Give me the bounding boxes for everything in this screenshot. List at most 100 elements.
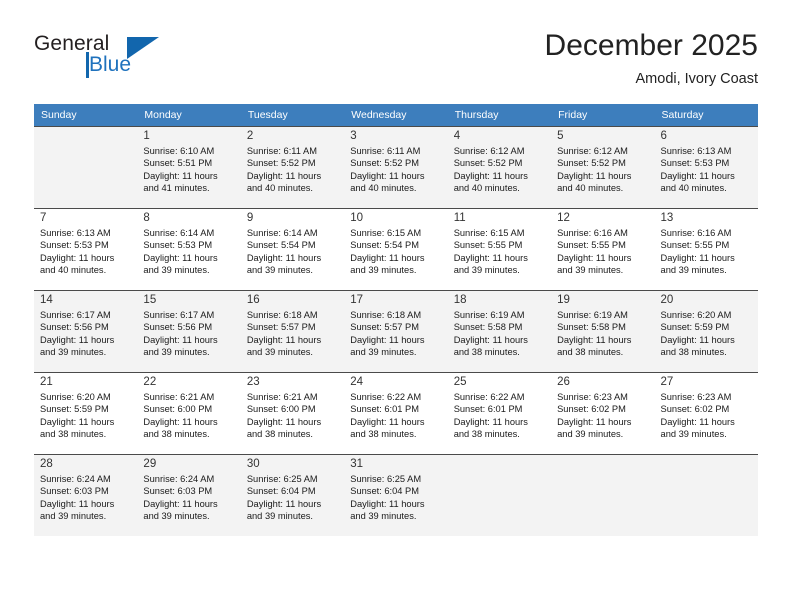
page-title: December 2025 [544, 29, 758, 62]
title-block: December 2025 Amodi, Ivory Coast [545, 28, 758, 90]
day-number: 20 [660, 294, 674, 306]
weekday-header-monday: Monday [137, 104, 241, 126]
day-cell[interactable]: 12 Sunrise: 6:16 AM Sunset: 5:55 PM Dayli… [551, 208, 655, 290]
day-cell-empty [654, 454, 758, 536]
weekday-header-row: Sunday Monday Tuesday Wednesday Thursday Frid… [34, 104, 758, 126]
day-cell[interactable]: 15 Sunrise: 6:17 AM Sunset: 5:56 PM Dayli… [137, 290, 241, 372]
day-number: 14 [40, 294, 53, 306]
day-cell[interactable]: 11 Sunrise: 6:15 AM Sunset: 5:55 PM Dayli… [447, 208, 552, 290]
day-number: 2 [246, 130, 254, 142]
day-cell-empty [34, 126, 138, 208]
day-cell[interactable]: 29 Sunrise: 6:24 AM Sunset: 6:03 PM Dayli… [137, 454, 241, 536]
day-cell-empty [551, 454, 655, 536]
day-sun-info: Sunrise: 6:12 AM Sunset: 5:52 PM Dayligh… [557, 146, 632, 193]
day-cell[interactable]: 9 Sunrise: 6:14 AM Sunset: 5:54 PM Daylig… [240, 208, 345, 290]
day-sun-info: Sunrise: 6:23 AM Sunset: 6:02 PM Dayligh… [660, 392, 735, 439]
day-number: 4 [453, 130, 461, 142]
day-sun-info: Sunrise: 6:24 AM Sunset: 6:03 PM Dayligh… [40, 474, 115, 521]
day-number: 3 [350, 130, 357, 142]
day-cell[interactable]: 1 Sunrise: 6:10 AM Sunset: 5:51 PM Daylig… [137, 126, 241, 208]
day-cell[interactable]: 25 Sunrise: 6:22 AM Sunset: 6:01 PM Dayli… [447, 372, 552, 454]
calendar-week-row: 1 Sunrise: 6:10 AM Sunset: 5:51 PM Daylig… [34, 126, 758, 208]
day-cell[interactable]: 31 Sunrise: 6:25 AM Sunset: 6:04 PM Dayli… [344, 454, 448, 536]
day-number: 6 [660, 130, 667, 142]
day-cell[interactable]: 22 Sunrise: 6:21 AM Sunset: 6:00 PM Dayli… [137, 372, 241, 454]
day-number: 5 [557, 130, 564, 142]
logo-text-blue: Blue [89, 53, 132, 76]
day-sun-info: Sunrise: 6:11 AM Sunset: 5:52 PM Dayligh… [246, 146, 322, 193]
day-cell[interactable]: 3 Sunrise: 6:11 AM Sunset: 5:52 PM Daylig… [344, 126, 448, 208]
day-number: 31 [350, 458, 364, 470]
day-cell[interactable]: 7 Sunrise: 6:13 AM Sunset: 5:53 PM Daylig… [34, 208, 138, 290]
day-cell[interactable]: 17 Sunrise: 6:18 AM Sunset: 5:57 PM Dayli… [344, 290, 448, 372]
day-sun-info: Sunrise: 6:13 AM Sunset: 5:53 PM Dayligh… [40, 228, 115, 275]
day-number: 21 [40, 376, 53, 388]
day-cell[interactable]: 4 Sunrise: 6:12 AM Sunset: 5:52 PM Daylig… [447, 126, 552, 208]
day-sun-info: Sunrise: 6:24 AM Sunset: 6:03 PM Dayligh… [143, 474, 218, 521]
logo-triangle-icon [127, 37, 159, 59]
calendar-page: General Blue December 2025 Amodi, Ivory … [0, 0, 792, 612]
day-number: 30 [246, 458, 260, 470]
day-sun-info: Sunrise: 6:12 AM Sunset: 5:52 PM Dayligh… [453, 146, 528, 193]
day-cell[interactable]: 30 Sunrise: 6:25 AM Sunset: 6:04 PM Dayli… [240, 454, 345, 536]
day-number: 25 [453, 376, 467, 388]
calendar-body: 1 Sunrise: 6:10 AM Sunset: 5:51 PM Daylig… [34, 126, 758, 536]
day-sun-info: Sunrise: 6:16 AM Sunset: 5:55 PM Dayligh… [557, 228, 632, 275]
day-cell[interactable]: 2 Sunrise: 6:11 AM Sunset: 5:52 PM Daylig… [240, 126, 345, 208]
day-cell[interactable]: 10 Sunrise: 6:15 AM Sunset: 5:54 PM Dayli… [344, 208, 448, 290]
day-cell[interactable]: 19 Sunrise: 6:19 AM Sunset: 5:58 PM Dayli… [551, 290, 655, 372]
day-cell[interactable]: 6 Sunrise: 6:13 AM Sunset: 5:53 PM Daylig… [654, 126, 758, 208]
month-calendar-table: Sunday Monday Tuesday Wednesday Thursday Frid… [34, 104, 758, 536]
day-number: 22 [143, 376, 157, 388]
weekday-header-tuesday: Tuesday [240, 104, 345, 126]
day-number: 8 [143, 212, 150, 224]
day-sun-info: Sunrise: 6:25 AM Sunset: 6:04 PM Dayligh… [246, 474, 322, 521]
day-cell[interactable]: 14 Sunrise: 6:17 AM Sunset: 5:56 PM Dayli… [34, 290, 138, 372]
day-cell[interactable]: 28 Sunrise: 6:24 AM Sunset: 6:03 PM Dayli… [34, 454, 138, 536]
day-cell-empty [447, 454, 552, 536]
day-cell[interactable]: 5 Sunrise: 6:12 AM Sunset: 5:52 PM Daylig… [551, 126, 655, 208]
day-sun-info: Sunrise: 6:11 AM Sunset: 5:52 PM Dayligh… [350, 146, 425, 193]
day-cell[interactable]: 27 Sunrise: 6:23 AM Sunset: 6:02 PM Dayli… [654, 372, 758, 454]
day-sun-info: Sunrise: 6:15 AM Sunset: 5:55 PM Dayligh… [453, 228, 528, 275]
day-sun-info: Sunrise: 6:14 AM Sunset: 5:54 PM Dayligh… [246, 228, 322, 275]
day-sun-info: Sunrise: 6:10 AM Sunset: 5:51 PM Dayligh… [143, 146, 218, 193]
day-cell[interactable]: 13 Sunrise: 6:16 AM Sunset: 5:55 PM Dayli… [654, 208, 758, 290]
day-cell[interactable]: 24 Sunrise: 6:22 AM Sunset: 6:01 PM Dayli… [344, 372, 448, 454]
page-header: General Blue December 2025 Amodi, Ivory … [34, 28, 758, 100]
day-number: 11 [453, 212, 466, 224]
day-cell[interactable]: 8 Sunrise: 6:14 AM Sunset: 5:53 PM Daylig… [137, 208, 241, 290]
weekday-header-friday: Friday [551, 104, 655, 126]
day-number: 17 [350, 294, 364, 306]
day-cell[interactable]: 16 Sunrise: 6:18 AM Sunset: 5:57 PM Dayli… [240, 290, 345, 372]
calendar-week-row: 14 Sunrise: 6:17 AM Sunset: 5:56 PM Dayli… [34, 290, 758, 372]
day-number: 10 [350, 212, 364, 224]
day-cell[interactable]: 21 Sunrise: 6:20 AM Sunset: 5:59 PM Dayli… [34, 372, 138, 454]
day-number: 23 [246, 376, 260, 388]
day-sun-info: Sunrise: 6:22 AM Sunset: 6:01 PM Dayligh… [350, 392, 425, 439]
day-cell[interactable]: 18 Sunrise: 6:19 AM Sunset: 5:58 PM Dayli… [447, 290, 552, 372]
day-number: 15 [143, 294, 157, 306]
general-blue-logo: General Blue [34, 32, 224, 88]
day-sun-info: Sunrise: 6:20 AM Sunset: 5:59 PM Dayligh… [660, 310, 735, 357]
day-cell[interactable]: 23 Sunrise: 6:21 AM Sunset: 6:00 PM Dayli… [240, 372, 345, 454]
day-sun-info: Sunrise: 6:18 AM Sunset: 5:57 PM Dayligh… [350, 310, 425, 357]
day-sun-info: Sunrise: 6:21 AM Sunset: 6:00 PM Dayligh… [143, 392, 218, 439]
day-sun-info: Sunrise: 6:21 AM Sunset: 6:00 PM Dayligh… [246, 392, 322, 439]
day-sun-info: Sunrise: 6:17 AM Sunset: 5:56 PM Dayligh… [143, 310, 218, 357]
weekday-header-saturday: Saturday [654, 104, 758, 126]
day-number: 9 [246, 212, 254, 224]
calendar-week-row: 21 Sunrise: 6:20 AM Sunset: 5:59 PM Dayli… [34, 372, 758, 454]
day-sun-info: Sunrise: 6:20 AM Sunset: 5:59 PM Dayligh… [40, 392, 115, 439]
day-sun-info: Sunrise: 6:14 AM Sunset: 5:53 PM Dayligh… [143, 228, 218, 275]
weekday-header-sunday: Sunday [34, 104, 138, 126]
day-cell[interactable]: 26 Sunrise: 6:23 AM Sunset: 6:02 PM Dayli… [551, 372, 655, 454]
day-sun-info: Sunrise: 6:13 AM Sunset: 5:53 PM Dayligh… [660, 146, 735, 193]
day-sun-info: Sunrise: 6:23 AM Sunset: 6:02 PM Dayligh… [557, 392, 632, 439]
page-subtitle-location: Amodi, Ivory Coast [635, 71, 759, 87]
day-cell[interactable]: 20 Sunrise: 6:20 AM Sunset: 5:59 PM Dayli… [654, 290, 758, 372]
day-number: 28 [40, 458, 53, 470]
day-number: 7 [40, 212, 47, 224]
calendar-week-row: 28 Sunrise: 6:24 AM Sunset: 6:03 PM Dayli… [34, 454, 758, 536]
day-sun-info: Sunrise: 6:19 AM Sunset: 5:58 PM Dayligh… [453, 310, 528, 357]
